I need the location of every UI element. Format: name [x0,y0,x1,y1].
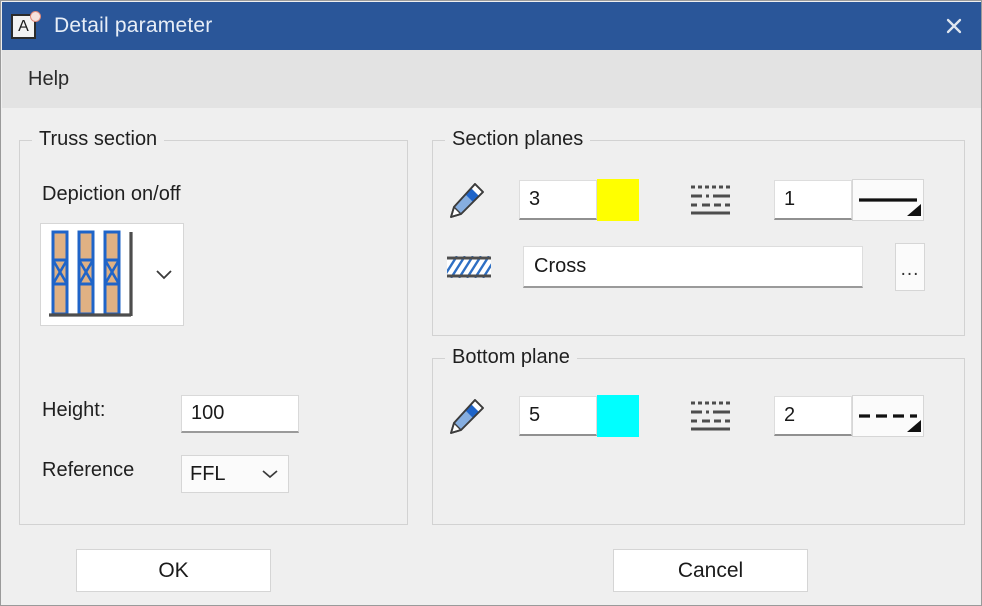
depiction-label: Depiction on/off [42,183,181,205]
reference-value: FFL [190,462,226,485]
truss-columns-preview [49,230,133,317]
section-hatch-row: Cross ... [447,243,925,291]
height-label: Height: [42,399,106,421]
bottom-linetype-input[interactable]: 2 [774,396,852,436]
bottom-plane-group: Bottom plane [432,346,965,525]
hatch-name-input[interactable]: Cross [523,246,863,288]
window-title: Detail parameter [54,14,213,37]
depiction-combobox[interactable] [40,223,184,326]
line-types-icon[interactable] [689,183,733,217]
truss-section-title: Truss section [32,128,165,151]
close-button[interactable] [926,2,981,50]
depiction-chevron-down-icon [145,268,183,282]
section-planes-pen-row: 3 1 [447,179,924,221]
bottom-plane-title: Bottom plane [445,346,577,369]
section-pen-thickness-input[interactable]: 3 [519,180,597,220]
height-input[interactable]: 100 [181,395,299,433]
reference-select[interactable]: FFL [181,455,289,493]
reference-chevron-down-icon [261,468,288,480]
section-planes-title: Section planes [445,128,591,151]
ok-button[interactable]: OK [76,549,271,592]
app-icon-badge [30,11,41,22]
detail-parameter-dialog: A Detail parameter Help Truss section De… [0,0,982,606]
section-planes-group: Section planes [432,128,965,336]
reference-label: Reference [42,459,135,481]
close-icon [946,18,962,34]
menu-bar: Help [2,50,981,108]
bottom-linestyle-dropdown[interactable] [852,395,924,437]
app-sheet-icon: A [10,11,41,41]
solid-line-preview-icon [859,198,921,216]
cancel-button[interactable]: Cancel [613,549,808,592]
pencil-icon[interactable] [447,180,487,220]
title-bar: A Detail parameter [2,2,981,50]
section-linetype-input[interactable]: 1 [774,180,852,220]
menu-item-help[interactable]: Help [28,68,69,91]
section-linestyle-dropdown[interactable] [852,179,924,221]
line-types-icon[interactable] [689,399,733,433]
pencil-icon[interactable] [447,396,487,436]
section-color-swatch[interactable] [597,179,639,221]
bottom-pen-thickness-input[interactable]: 5 [519,396,597,436]
hatch-browse-button[interactable]: ... [895,243,925,291]
bottom-color-swatch[interactable] [597,395,639,437]
hatch-pattern-icon[interactable] [447,256,491,278]
truss-section-group: Truss section Depiction on/off Height: 1… [19,128,408,525]
dashed-line-preview-icon [859,414,921,432]
bottom-plane-pen-row: 5 2 [447,395,924,437]
